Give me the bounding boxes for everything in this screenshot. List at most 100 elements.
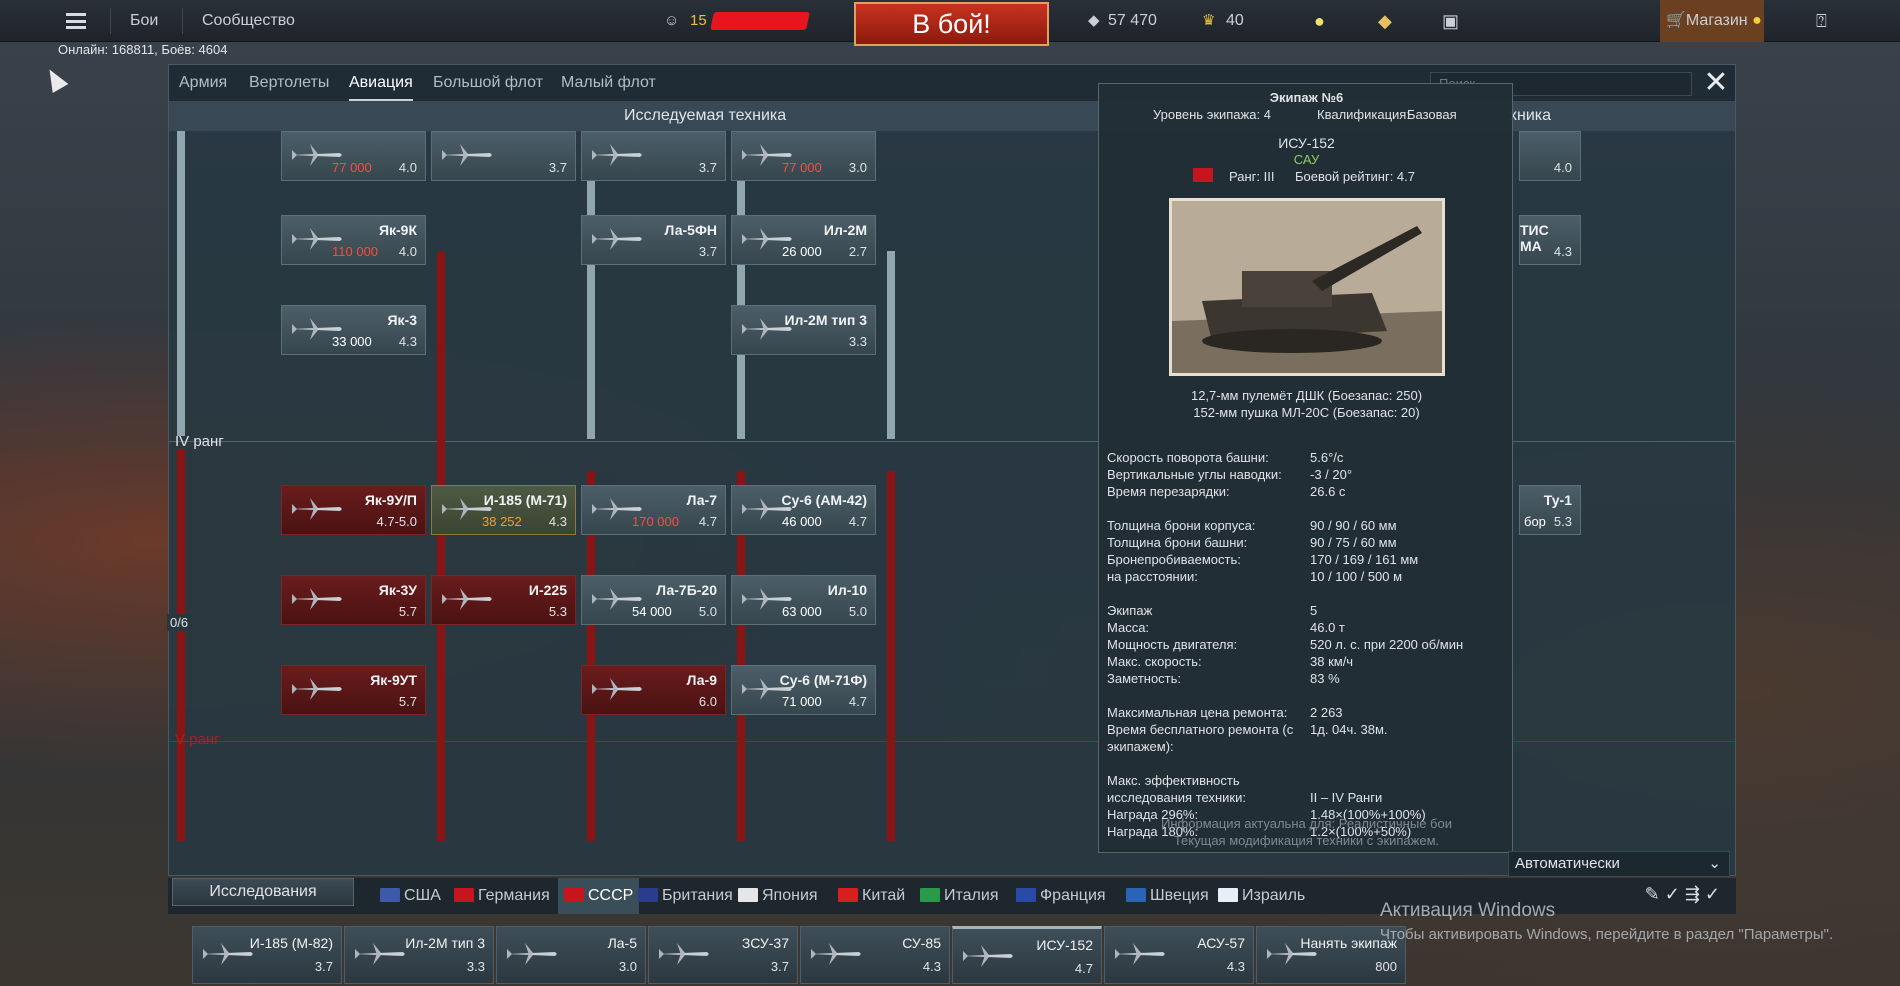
vehicle-card[interactable]: Ил-10 63 000 5.0 [731, 575, 876, 625]
crew-slot[interactable]: ЗСУ-37 3.7 [648, 926, 798, 984]
rank-iv-label: IV ранг [175, 433, 224, 450]
vehicle-card[interactable]: Ил-2М тип 3 3.3 [731, 305, 876, 355]
crew-slot[interactable]: Ил-2М тип 3 3.3 [344, 926, 494, 984]
premium-vehicle-card[interactable]: Ту-1 бор 5.3 [1519, 485, 1581, 535]
vehicle-card[interactable]: 77 000 3.0 [731, 131, 876, 181]
vehicle-battle-rating: Боевой рейтинг: 4.7 [1295, 169, 1416, 184]
vehicle-name: Як-9У/П [364, 492, 417, 508]
stat-row: Макс. скорость: 38 км/ч [1107, 654, 1507, 671]
slot-battle-rating: 4.7 [1074, 961, 1093, 976]
flag-icon [838, 888, 858, 902]
nation-tab[interactable]: Франция [1016, 878, 1106, 914]
stat-value: 10 / 100 / 500 м [1310, 569, 1403, 584]
nation-tab[interactable]: Япония [738, 878, 818, 914]
vehicle-card[interactable]: Ла-5ФН 3.7 [581, 215, 726, 265]
slot-tools-icon[interactable]: ✎ ✓ ⇶ ✓ [1645, 884, 1720, 905]
menu-icon[interactable] [66, 13, 86, 29]
crew-slot[interactable]: СУ-85 4.3 [800, 926, 950, 984]
stat-value: 90 / 90 / 60 мм [1310, 518, 1397, 533]
premium-vehicle-card[interactable]: ТИС МА 4.3 [1519, 215, 1581, 265]
vehicle-card[interactable]: Як-9К 110 000 4.0 [281, 215, 426, 265]
nation-tab[interactable]: Германия [454, 878, 550, 914]
premium-icon[interactable]: ◆ [1378, 0, 1392, 42]
crew-slot[interactable]: АСУ-57 4.3 [1104, 926, 1254, 984]
vehicle-card[interactable]: 77 000 4.0 [281, 131, 426, 181]
research-cost: 46 000 [782, 514, 822, 529]
flag-icon [738, 888, 758, 902]
stat-row: Экипаж 5 [1107, 603, 1507, 620]
online-counter: Онлайн: 168811, Боёв: 4604 [58, 42, 228, 57]
tab-aviation[interactable]: Авиация [349, 65, 413, 101]
vehicle-card[interactable]: Як-3У 5.7 [281, 575, 426, 625]
crew-slot[interactable]: Ла-5 3.0 [496, 926, 646, 984]
aircraft-icon [503, 939, 563, 973]
vehicle-card[interactable]: Як-9УТ 5.7 [281, 665, 426, 715]
vehicle-card[interactable]: Як-9У/П 4.7-5.0 [281, 485, 426, 535]
tab-army[interactable]: Армия [179, 65, 227, 101]
vehicle-card[interactable]: Ла-7Б-20 54 000 5.0 [581, 575, 726, 625]
vehicle-card[interactable]: Су-6 (М-71Ф) 71 000 4.7 [731, 665, 876, 715]
tank-icon [655, 939, 715, 973]
windows-activation-text: Чтобы активировать Windows, перейдите в … [1380, 926, 1834, 943]
gift-icon[interactable]: ▣ [1442, 0, 1459, 42]
to-battle-button[interactable]: В бой! [854, 2, 1049, 46]
crew-slot[interactable]: ИСУ-152 4.7 [952, 926, 1102, 984]
vehicle-card[interactable]: И-225 5.3 [431, 575, 576, 625]
slot-battle-rating: 800 [1375, 959, 1397, 974]
menu-community[interactable]: Сообщество [202, 0, 295, 42]
stat-row: Толщина брони корпуса: 90 / 90 / 60 мм [1107, 518, 1507, 535]
vehicle-type: САУ [1293, 152, 1320, 167]
rank-progress-bar [177, 131, 185, 436]
crew-slot[interactable]: И-185 (М-82) 3.7 [192, 926, 342, 984]
vehicle-card[interactable]: 3.7 [431, 131, 576, 181]
slot-battle-rating: 3.0 [618, 959, 637, 974]
tab-bluewater-fleet[interactable]: Большой флот [433, 65, 543, 101]
battle-rating: 4.7 [848, 694, 867, 709]
menu-battles[interactable]: Бои [130, 0, 158, 42]
stat-value: 26.6 с [1310, 484, 1346, 499]
stat-value: II – IV Ранги [1310, 790, 1383, 805]
slot-battle-rating: 3.7 [314, 959, 333, 974]
tank-icon [1111, 939, 1171, 973]
lightbulb-icon[interactable]: ● [1314, 0, 1325, 42]
nation-tab[interactable]: США [380, 878, 441, 914]
aircraft-icon [588, 674, 644, 704]
vehicle-card[interactable]: И-185 (М-71) 38 252 4.3 [431, 485, 576, 535]
vehicle-card[interactable]: 3.7 [581, 131, 726, 181]
stat-value: 170 / 169 / 161 мм [1310, 552, 1419, 567]
research-mode-select[interactable]: Автоматически ⌄ [1508, 851, 1730, 877]
nation-tab[interactable]: Китай [838, 878, 905, 914]
research-mode-value: Автоматически [1515, 855, 1620, 872]
help-icon[interactable]: ⍰ [1816, 0, 1827, 42]
nation-tab[interactable]: Швеция [1126, 878, 1209, 914]
premium-vehicle-card[interactable]: 4.0 [1519, 131, 1581, 181]
player-avatar-icon[interactable]: ☺ [664, 0, 679, 42]
crew-qualification-label: Квалификация: [1317, 107, 1410, 122]
nation-tab[interactable]: Израиль [1218, 878, 1305, 914]
nation-tab[interactable]: Британия [638, 878, 733, 914]
nation-tab[interactable]: СССР [558, 878, 640, 914]
research-cost: 110 000 [332, 244, 379, 259]
research-button[interactable]: Исследования [172, 878, 354, 906]
research-cost: 38 252 [482, 514, 522, 529]
battle-rating: 3.7 [698, 244, 717, 259]
vehicle-card[interactable]: Ла-7 170 000 4.7 [581, 485, 726, 535]
stat-label: Скорость поворота башни: [1107, 450, 1269, 465]
close-icon[interactable]: ✕ [1700, 68, 1732, 100]
researched-vehicles-label: Исследуемая техника [624, 107, 787, 124]
battle-rating: 4.7-5.0 [376, 514, 417, 529]
shop-button[interactable]: 🛒Магазин ● [1660, 0, 1764, 42]
tab-helicopters[interactable]: Вертолеты [249, 65, 329, 101]
vehicle-card[interactable]: Ла-9 6.0 [581, 665, 726, 715]
stat-label: Макс. скорость: [1107, 654, 1202, 669]
nation-tab[interactable]: Италия [920, 878, 998, 914]
tab-coastal-fleet[interactable]: Малый флот [561, 65, 656, 101]
vehicle-card[interactable]: Ил-2М 26 000 2.7 [731, 215, 876, 265]
vehicle-name: Ил-2М [823, 222, 867, 238]
battle-rating: 5.3 [548, 604, 567, 619]
research-cost: 71 000 [782, 694, 822, 709]
vehicle-card[interactable]: Су-6 (АМ-42) 46 000 4.7 [731, 485, 876, 535]
stat-label: исследования техники: [1107, 790, 1246, 805]
vehicle-rank: Ранг: III [1229, 169, 1275, 184]
vehicle-card[interactable]: Як-3 33 000 4.3 [281, 305, 426, 355]
